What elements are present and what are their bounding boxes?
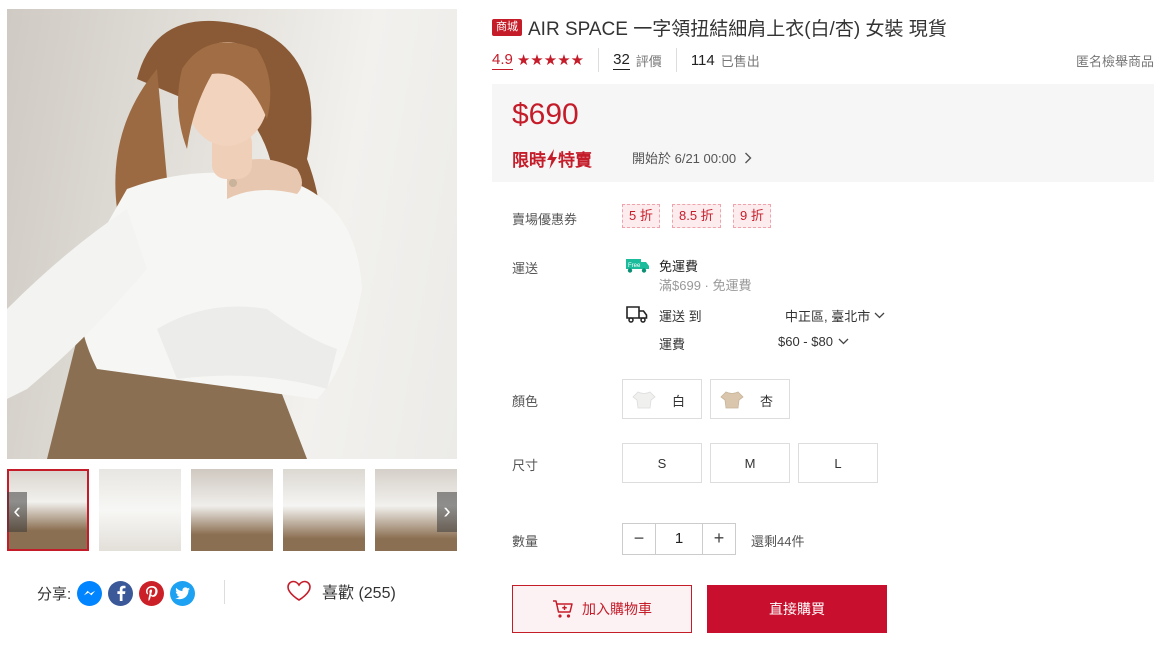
- pinterest-icon[interactable]: [139, 580, 165, 606]
- share-divider: [224, 580, 225, 604]
- chevron-down-icon: [838, 338, 849, 345]
- size-label: 尺寸: [512, 458, 539, 473]
- add-to-cart-button[interactable]: 加入購物車: [512, 585, 692, 633]
- thumbnail-prev-arrow[interactable]: ‹: [7, 492, 27, 532]
- like-button[interactable]: 喜歡 (255): [286, 579, 396, 603]
- stock-remaining: 還剩44件: [751, 534, 805, 549]
- buy-now-button[interactable]: 直接購買: [707, 585, 887, 633]
- size-option-s[interactable]: S: [622, 443, 702, 483]
- product-photo-illustration: [7, 20, 362, 459]
- chevron-down-icon: [874, 312, 885, 319]
- thumbnail-2[interactable]: [99, 469, 181, 551]
- flash-sale-text-right: 特賣: [558, 151, 592, 170]
- free-shipping-title: 免運費: [659, 259, 699, 274]
- rating-row: 4.9 ★★★★★ 32 評價 114 已售出 匿名檢舉商品: [492, 48, 1154, 72]
- quantity-decrease-button[interactable]: −: [623, 524, 655, 554]
- size-option-l-label: L: [834, 455, 842, 471]
- facebook-icon[interactable]: [108, 580, 134, 606]
- coupon-8-5-off[interactable]: 8.5 折: [672, 204, 721, 228]
- review-count[interactable]: 32: [613, 51, 630, 70]
- mall-badge: 商城: [492, 19, 522, 36]
- price-section: $690 限時 特賣 開始於 6/21 00:00: [492, 84, 1154, 182]
- lightning-icon: [547, 148, 557, 169]
- color-option-apricot-label: 杏: [760, 394, 774, 409]
- heart-icon: [287, 580, 311, 601]
- size-option-s-label: S: [657, 455, 667, 471]
- quantity-increase-button[interactable]: +: [703, 524, 735, 554]
- add-to-cart-label: 加入購物車: [582, 601, 652, 617]
- thumbnail-3[interactable]: [191, 469, 273, 551]
- quantity-stepper: − 1 +: [622, 523, 736, 555]
- ship-location-value: 中正區, 臺北市: [785, 309, 871, 324]
- product-price: $690: [512, 98, 579, 131]
- rating-stars-icon: ★★★★★: [516, 52, 585, 69]
- color-option-white[interactable]: 白: [622, 379, 702, 419]
- free-shipping-truck-icon: Free: [626, 259, 649, 273]
- share-bar: 分享:: [37, 580, 196, 606]
- messenger-icon[interactable]: [77, 580, 103, 606]
- white-top-swatch-icon: [632, 391, 656, 409]
- color-label: 顏色: [512, 394, 539, 409]
- coupon-5-off[interactable]: 5 折: [622, 204, 660, 228]
- rating-divider: [598, 48, 600, 72]
- free-shipping-condition: 滿$699 · 免運費: [659, 278, 752, 293]
- sold-divider: [675, 48, 677, 72]
- flash-sale-start-text: 開始於 6/21 00:00: [632, 151, 737, 166]
- share-label: 分享:: [37, 585, 72, 603]
- apricot-top-swatch-icon: [720, 391, 744, 409]
- chevron-right-icon: [745, 152, 752, 163]
- product-title-row: 商城 AIR SPACE 一字領扭結細肩上衣(白/杏) 女裝 現貨: [492, 14, 947, 41]
- coupon-9-off[interactable]: 9 折: [733, 204, 771, 228]
- ship-to-label: 運送 到: [659, 309, 702, 324]
- flash-sale-label: 限時 特賣: [512, 146, 592, 171]
- thumbnail-4[interactable]: [283, 469, 365, 551]
- cart-icon: [553, 600, 573, 618]
- twitter-icon[interactable]: [170, 580, 196, 606]
- shipping-fee-value: $60 - $80: [778, 334, 833, 349]
- review-label: 評價: [635, 53, 662, 69]
- delivery-truck-icon: [626, 306, 648, 323]
- buy-now-label: 直接購買: [769, 601, 825, 617]
- size-option-m-label: M: [744, 455, 756, 471]
- ship-location-dropdown[interactable]: 中正區, 臺北市: [785, 306, 885, 325]
- product-title: AIR SPACE 一字領扭結細肩上衣(白/杏) 女裝 現貨: [528, 19, 947, 40]
- sold-label: 已售出: [720, 53, 760, 69]
- coupon-label: 賣場優惠券: [512, 212, 578, 227]
- flash-sale-text-left: 限時: [512, 151, 546, 170]
- shipping-fee-label: 運費: [659, 337, 686, 352]
- svg-text:Free: Free: [628, 263, 641, 269]
- quantity-label: 數量: [512, 534, 539, 549]
- thumbnail-strip: [7, 469, 457, 551]
- sold-count: 114: [690, 51, 715, 69]
- size-option-l[interactable]: L: [798, 443, 878, 483]
- like-count: 喜歡 (255): [322, 585, 396, 602]
- quantity-input[interactable]: 1: [655, 524, 703, 554]
- size-option-m[interactable]: M: [710, 443, 790, 483]
- color-option-white-label: 白: [672, 394, 686, 409]
- shipping-label: 運送: [512, 261, 539, 276]
- flash-sale-start[interactable]: 開始於 6/21 00:00: [632, 148, 752, 167]
- color-option-apricot[interactable]: 杏: [710, 379, 790, 419]
- shipping-fee-dropdown[interactable]: $60 - $80: [778, 334, 849, 349]
- product-main-image[interactable]: [7, 9, 457, 459]
- rating-value[interactable]: 4.9: [492, 51, 513, 70]
- thumbnail-next-arrow[interactable]: ›: [437, 492, 457, 532]
- report-link[interactable]: 匿名檢舉商品: [1076, 51, 1154, 70]
